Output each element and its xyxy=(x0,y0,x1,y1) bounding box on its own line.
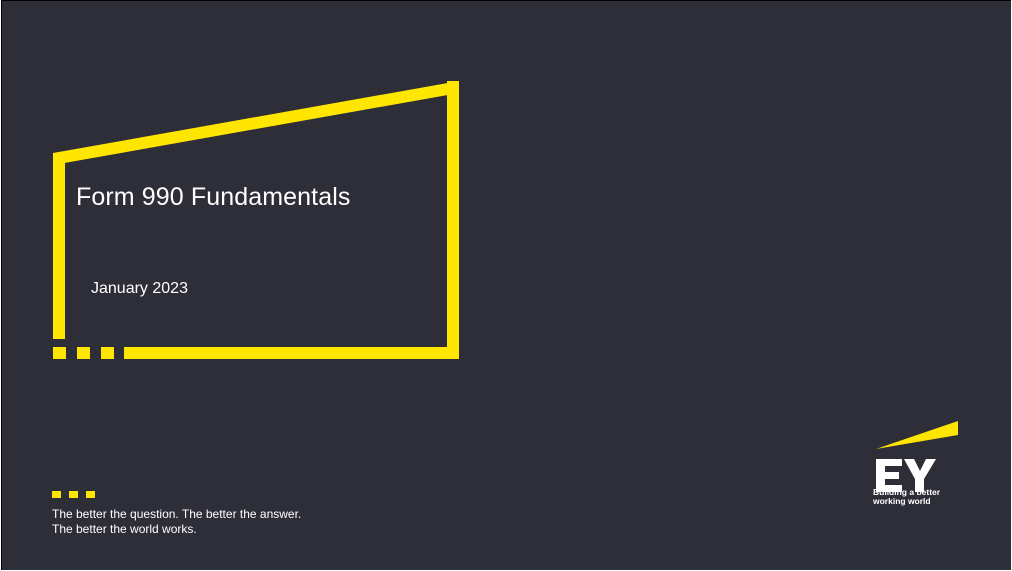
three-dots-icon xyxy=(52,491,95,498)
tagline-line-1: The better the question. The better the … xyxy=(52,507,302,521)
slide-date: January 2023 xyxy=(91,280,188,297)
logo-slogan: Building a better working world xyxy=(873,488,940,506)
slide-title: Form 990 Fundamentals xyxy=(76,183,351,211)
logo-slogan-line-2: working world xyxy=(873,496,931,506)
tagline: The better the question. The better the … xyxy=(52,507,301,537)
tagline-line-2: The better the world works. xyxy=(52,522,197,536)
title-slide: Form 990 Fundamentals January 2023 The b… xyxy=(1,0,1011,570)
